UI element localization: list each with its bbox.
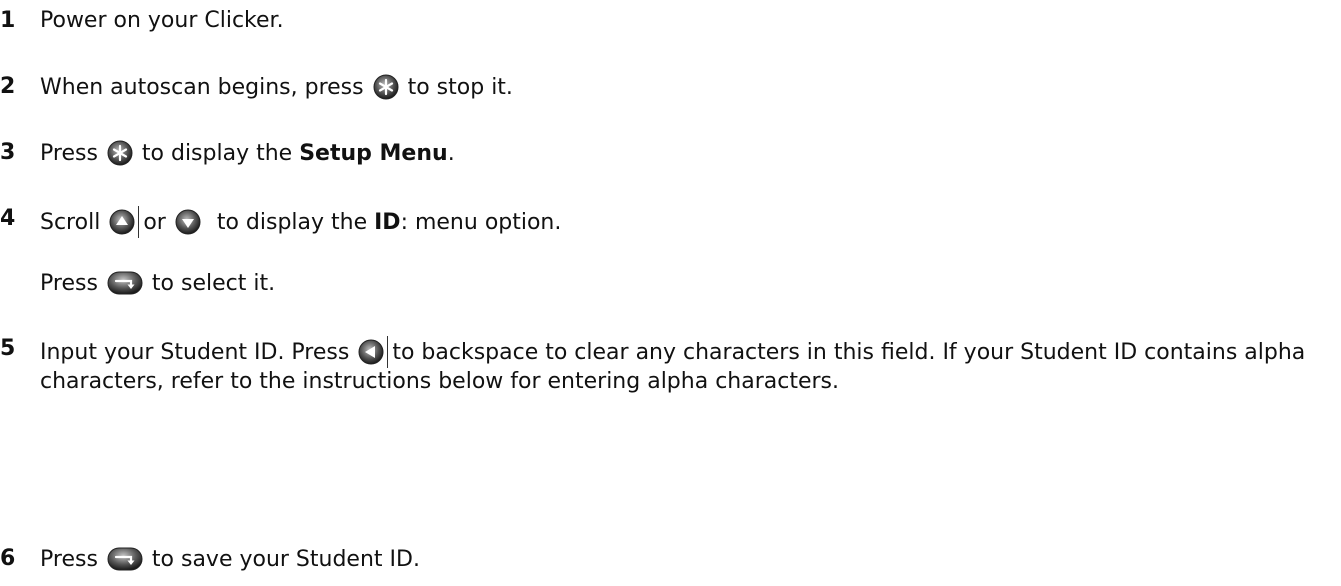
step-text: Press to display the Setup Menu. [40, 140, 455, 167]
instruction-document: 1 Power on your Clicker. 2 When autoscan… [0, 0, 1341, 586]
step-text-after: to stop it. [400, 75, 513, 100]
star-button-icon [373, 74, 399, 100]
step-number: 1 [0, 8, 16, 33]
down-arrow-button-icon [175, 209, 201, 235]
step-text: Press to save your Student ID. [40, 546, 420, 573]
step-text-after: to select it. [144, 271, 276, 296]
back-arrow-button-icon [358, 339, 384, 365]
step-text: Input your Student ID. Press to backspac… [40, 336, 1330, 395]
step-text: Scroll or to display the ID: menu option… [40, 206, 561, 238]
step-text-after: . [447, 141, 455, 166]
step-text-after: : menu option. [400, 210, 562, 235]
step-text: Press to select it. [40, 270, 275, 297]
step-text-middle: to display the [134, 141, 300, 166]
step-text-before: Input your Student ID. Press [40, 340, 357, 365]
id-label: ID [374, 210, 401, 235]
step-number: 3 [0, 140, 16, 165]
step-text-middle: to display the [209, 210, 375, 235]
step-number: 2 [0, 74, 16, 99]
enter-button-icon [107, 270, 143, 296]
step-text: When autoscan begins, press to stop it. [40, 74, 513, 101]
or-label: or [143, 210, 166, 235]
star-button-icon [107, 140, 133, 166]
step-text: Power on your Clicker. [40, 8, 284, 33]
step-number: 4 [0, 206, 16, 231]
up-arrow-button-icon [109, 209, 135, 235]
step-text-before: When autoscan begins, press [40, 75, 371, 100]
step-text-after: to save your Student ID. [144, 547, 420, 572]
cursor-bar [387, 336, 389, 368]
step-text-before: Press [40, 271, 105, 296]
step-text-before: Scroll [40, 210, 108, 235]
cursor-bar [138, 206, 140, 238]
setup-menu-label: Setup Menu [299, 141, 448, 166]
step-number: 6 [0, 546, 16, 571]
step-text-before: Press [40, 141, 105, 166]
enter-button-icon [107, 546, 143, 572]
step-text-before: Press [40, 547, 105, 572]
step-number: 5 [0, 336, 16, 361]
